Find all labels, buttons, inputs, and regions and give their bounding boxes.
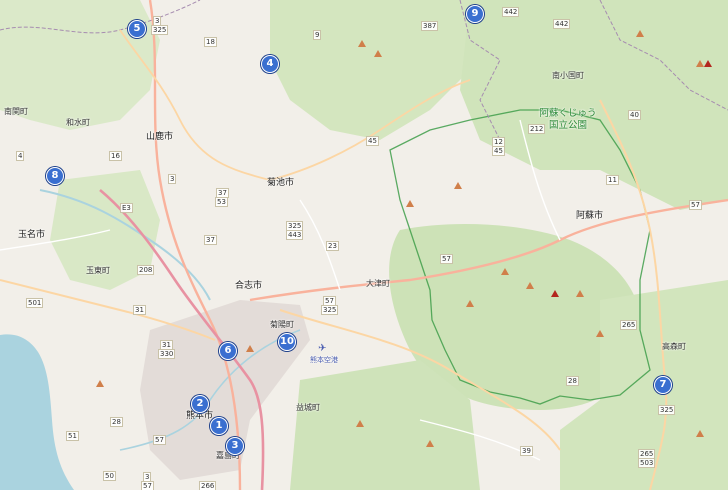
place-label: 南関町 bbox=[4, 107, 28, 116]
route-shield: 325 bbox=[321, 305, 339, 315]
route-shield: 28 bbox=[110, 417, 123, 427]
place-label: 南小国町 bbox=[552, 71, 584, 80]
map-marker-4[interactable]: 4 bbox=[261, 55, 279, 73]
route-shield: 28 bbox=[566, 376, 579, 386]
map-marker-6[interactable]: 6 bbox=[219, 342, 237, 360]
place-label: 益城町 bbox=[296, 403, 320, 412]
place-label: 菊池市 bbox=[267, 178, 295, 188]
route-shield: 3 bbox=[168, 174, 177, 184]
route-shield: 57 bbox=[689, 200, 702, 210]
route-shield: 265 bbox=[620, 320, 638, 330]
map-marker-1[interactable]: 1 bbox=[210, 417, 228, 435]
route-shield: 11 bbox=[606, 175, 619, 185]
route-shield: 57 bbox=[440, 254, 453, 264]
place-label: 玉名市 bbox=[18, 230, 46, 240]
route-shield: 503 bbox=[638, 458, 656, 468]
place-label: 大津町 bbox=[366, 279, 390, 288]
route-shield: 53 bbox=[215, 197, 228, 207]
route-shield: 212 bbox=[528, 124, 546, 134]
map-view[interactable]: 南関町 和水町 山鹿市 菊池市 玉名市 玉東町 合志市 大津町 菊陽町 熊本市 … bbox=[0, 0, 728, 490]
route-shield: 208 bbox=[137, 265, 155, 275]
map-marker-5[interactable]: 5 bbox=[128, 20, 146, 38]
map-marker-2[interactable]: 2 bbox=[191, 395, 209, 413]
route-shield: 37 bbox=[216, 188, 229, 198]
route-shield: 330 bbox=[158, 349, 176, 359]
route-shield: 9 bbox=[313, 30, 322, 40]
route-shield: 387 bbox=[421, 21, 439, 31]
route-shield: 57 bbox=[141, 481, 154, 490]
route-shield: 18 bbox=[204, 37, 217, 47]
route-shield: E3 bbox=[120, 203, 133, 213]
route-shield: 45 bbox=[492, 146, 505, 156]
route-shield: 40 bbox=[628, 110, 641, 120]
place-label: 山鹿市 bbox=[146, 132, 174, 142]
route-shield: 37 bbox=[204, 235, 217, 245]
airport-icon: ✈ bbox=[318, 343, 327, 354]
map-marker-10[interactable]: 10 bbox=[278, 333, 296, 351]
route-shield: 4 bbox=[16, 151, 25, 161]
route-shield: 51 bbox=[66, 431, 79, 441]
route-shield: 50 bbox=[103, 471, 116, 481]
route-shield: 443 bbox=[286, 230, 304, 240]
park-label: 阿蘇くじゅう国立公園 bbox=[539, 108, 597, 131]
map-marker-3[interactable]: 3 bbox=[226, 437, 244, 455]
place-label: 阿蘇市 bbox=[576, 211, 604, 221]
route-shield: 442 bbox=[553, 19, 571, 29]
route-shield: 325 bbox=[658, 405, 676, 415]
place-label: 菊陽町 bbox=[270, 320, 294, 329]
route-shield: 31 bbox=[133, 305, 146, 315]
airport-label: 熊本空港 bbox=[310, 356, 338, 364]
place-label: 玉東町 bbox=[86, 266, 110, 275]
route-shield: 39 bbox=[520, 446, 533, 456]
place-label: 合志市 bbox=[235, 281, 263, 291]
place-label: 高森町 bbox=[662, 342, 686, 351]
route-shield: 501 bbox=[26, 298, 44, 308]
map-marker-7[interactable]: 7 bbox=[654, 376, 672, 394]
map-marker-9[interactable]: 9 bbox=[466, 5, 484, 23]
route-shield: 325 bbox=[151, 25, 169, 35]
route-shield: 16 bbox=[109, 151, 122, 161]
place-label: 和水町 bbox=[66, 118, 90, 127]
route-shield: 266 bbox=[199, 481, 217, 490]
route-shield: 57 bbox=[153, 435, 166, 445]
route-shield: 45 bbox=[366, 136, 379, 146]
map-marker-8[interactable]: 8 bbox=[46, 167, 64, 185]
route-shield: 23 bbox=[326, 241, 339, 251]
route-shield: 442 bbox=[502, 7, 520, 17]
